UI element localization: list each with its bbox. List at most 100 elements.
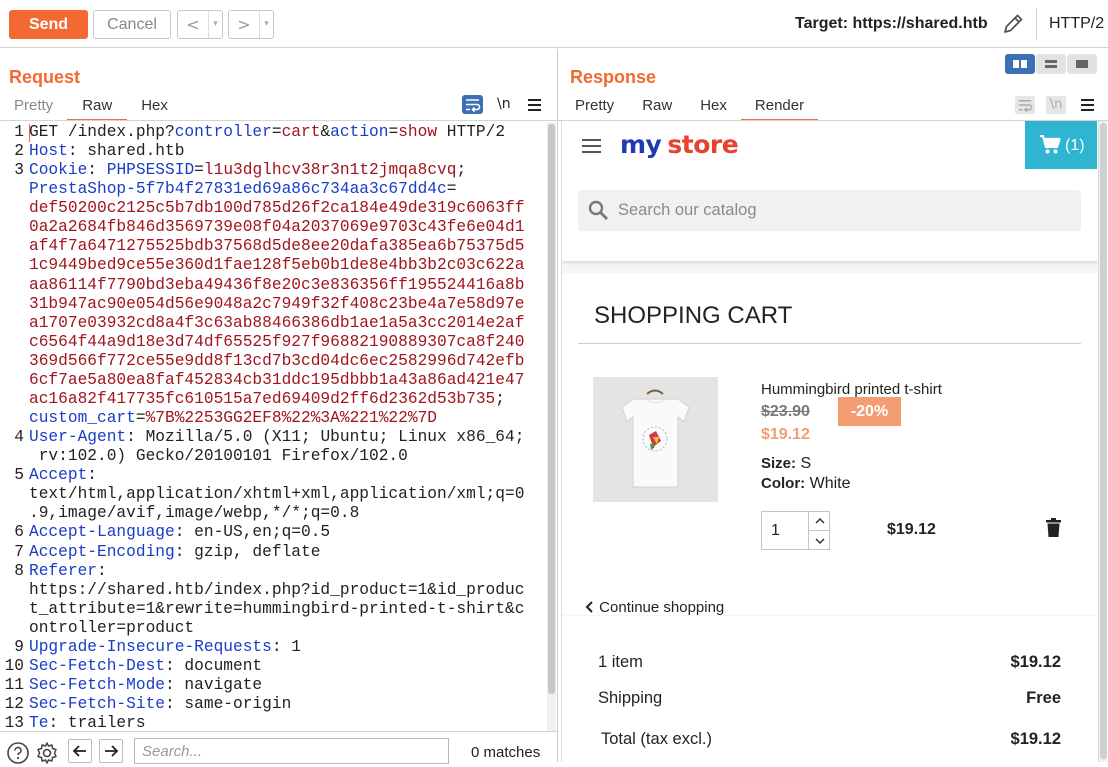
match-count: 0 matches xyxy=(471,744,541,761)
tshirt-image-icon xyxy=(621,389,690,488)
request-line[interactable]: rv:102.0) Gecko/20100101 Firefox/102.0 xyxy=(29,447,408,465)
forward-dropdown-icon[interactable]: ▾ xyxy=(259,11,273,38)
previous-match-button[interactable] xyxy=(68,739,92,763)
request-menu-icon[interactable] xyxy=(528,98,541,111)
header-key: PrestaShop-5f7b4f27831ed69a86c734aa3c67d… xyxy=(29,180,447,199)
line-number: 3 xyxy=(14,161,24,180)
cart-button[interactable]: (1) xyxy=(1025,121,1097,169)
help-icon[interactable] xyxy=(6,741,30,765)
request-line[interactable]: Sec-Fetch-Mode: navigate xyxy=(29,676,262,694)
layout-rows-icon xyxy=(1045,60,1057,63)
request-line[interactable]: Accept: xyxy=(29,466,97,484)
newline-toggle-button[interactable]: \n xyxy=(497,96,511,112)
layout-side-by-side-button[interactable] xyxy=(1005,54,1035,74)
line-number: 13 xyxy=(4,714,24,732)
back-dropdown-icon[interactable]: ▾ xyxy=(208,11,222,38)
quantity-decrease-button[interactable] xyxy=(808,531,830,550)
request-line[interactable]: 31b947ac90e054d56e9048a2c7949f32f408c23b… xyxy=(29,295,524,313)
request-line[interactable]: Referer: xyxy=(29,562,107,580)
request-scrollbar[interactable] xyxy=(547,122,556,742)
response-wrap-button[interactable] xyxy=(1015,96,1035,114)
request-text: : 1 xyxy=(271,637,302,656)
layout-stacked-button[interactable] xyxy=(1036,54,1066,74)
render-scrollbar[interactable] xyxy=(1098,121,1107,762)
store-header: my store (1) Search our catalog xyxy=(562,121,1098,261)
request-line[interactable]: custom_cart=%7B%2253GG2EF8%22%3A%221%22%… xyxy=(29,409,437,427)
header-key: controller xyxy=(174,123,272,141)
request-line[interactable]: Upgrade-Insecure-Requests: 1 xyxy=(29,638,301,656)
request-line[interactable]: 369d566f772ce55e9dd8f13cd7b3cd04dc6ec258… xyxy=(29,352,524,370)
product-image[interactable] xyxy=(593,377,718,502)
layout-single-icon xyxy=(1076,60,1088,68)
request-line[interactable]: Host: shared.htb xyxy=(29,142,184,160)
layout-rows-icon-part xyxy=(1045,65,1057,68)
cancel-button[interactable]: Cancel xyxy=(93,10,171,39)
pencil-icon[interactable] xyxy=(1000,11,1026,37)
request-text: : en-US,en;q=0.5 xyxy=(174,523,331,542)
layout-tabs-button[interactable] xyxy=(1067,54,1097,74)
header-value: af4f7a6471275525bdb37568d5de8ee20dafa385… xyxy=(29,237,525,256)
request-line[interactable]: 1c9449bed9ce55e360d1fae128f5eb0b1de8e4bb… xyxy=(29,256,524,274)
response-tab-render[interactable]: Render xyxy=(740,97,819,121)
request-line[interactable]: Cookie: PHPSESSID=l1u3dglhcv38r3n1t2jmqa… xyxy=(29,161,466,179)
request-line[interactable]: Sec-Fetch-Site: same-origin xyxy=(29,695,291,713)
request-line[interactable]: t_attribute=1&rewrite=hummingbird-printe… xyxy=(29,600,524,618)
request-line[interactable]: af4f7a6471275525bdb37568d5de8ee20dafa385… xyxy=(29,237,524,255)
send-button[interactable]: Send xyxy=(9,10,88,39)
history-forward-button[interactable]: > ▾ xyxy=(228,10,274,39)
chevron-up-icon xyxy=(815,517,825,524)
request-line[interactable]: text/html,application/xhtml+xml,applicat… xyxy=(29,485,524,503)
response-tab-hex[interactable]: Hex xyxy=(686,97,741,121)
request-line[interactable]: GET /index.php?controller=cart&action=sh… xyxy=(29,123,505,141)
request-line[interactable]: Sec-Fetch-Dest: document xyxy=(29,657,262,675)
response-newline-button[interactable]: \n xyxy=(1046,96,1066,114)
response-menu-icon[interactable] xyxy=(1081,98,1094,111)
catalog-search[interactable]: Search our catalog xyxy=(578,190,1081,231)
http-version[interactable]: HTTP/2 xyxy=(1049,15,1104,33)
request-tab-hex[interactable]: Hex xyxy=(127,97,182,121)
summary-total-label: Total (tax excl.) xyxy=(601,730,712,748)
request-line[interactable]: Te: trailers xyxy=(29,714,146,732)
request-text: rv:102.0) Gecko/20100101 Firefox/102.0 xyxy=(29,447,408,466)
request-line[interactable]: Accept-Encoding: gzip, deflate xyxy=(29,543,320,561)
continue-shopping-link[interactable]: Continue shopping xyxy=(585,599,724,616)
request-tabs: Pretty Raw Hex xyxy=(0,97,182,121)
request-tab-raw[interactable]: Raw xyxy=(67,97,128,121)
product-name[interactable]: Hummingbird printed t-shirt xyxy=(761,381,942,398)
request-line[interactable]: 0a2a2684fb846d3569739e08f04a2037069e9703… xyxy=(29,218,524,236)
request-line[interactable]: a1707e03932cd8a4f3c63ab88466386db1ae1a5a… xyxy=(29,314,524,332)
request-line[interactable]: 6cf7ae5a80ea8faf452834cb31ddc195dbbb1a43… xyxy=(29,371,524,389)
request-line[interactable]: c6564f44a9d18e3d74df65525f927f9688219088… xyxy=(29,333,524,351)
gear-icon[interactable] xyxy=(35,741,59,765)
logo-store: store xyxy=(667,130,739,159)
request-line[interactable]: PrestaShop-5f7b4f27831ed69a86c734aa3c67d… xyxy=(29,180,456,198)
request-line[interactable]: aa86114f7790bd3eba49436f8e20c3e836356ff1… xyxy=(29,276,524,294)
history-back-button[interactable]: < ▾ xyxy=(177,10,223,39)
request-tab-pretty[interactable]: Pretty xyxy=(0,97,67,121)
request-line[interactable]: User-Agent: Mozilla/5.0 (X11; Ubuntu; Li… xyxy=(29,428,524,446)
request-line[interactable]: def50200c2125c5b7db100d785d26f2ca184e49d… xyxy=(29,199,524,217)
request-editor[interactable]: 1 GET /index.php?controller=cart&action=s… xyxy=(0,122,547,732)
render-scrollbar-thumb[interactable] xyxy=(1100,123,1107,759)
request-line[interactable]: .9,image/avif,image/webp,*/*;q=0.8 xyxy=(29,504,359,522)
request-line[interactable]: ac16a82f417735fc610515a7ed69409d2ff6d236… xyxy=(29,390,505,408)
request-line[interactable]: Accept-Language: en-US,en;q=0.5 xyxy=(29,523,330,541)
response-tab-raw[interactable]: Raw xyxy=(628,97,686,121)
quantity-increase-button[interactable] xyxy=(808,512,830,531)
next-match-button[interactable] xyxy=(99,739,123,763)
response-tab-pretty[interactable]: Pretty xyxy=(561,97,628,121)
line-number: 5 xyxy=(14,466,24,485)
request-text: = xyxy=(194,161,204,180)
trash-icon[interactable] xyxy=(1046,518,1061,537)
quantity-value[interactable]: 1 xyxy=(771,522,780,540)
wrap-toggle-button[interactable] xyxy=(462,95,483,114)
quantity-stepper[interactable]: 1 xyxy=(761,511,830,550)
store-logo[interactable]: my store xyxy=(620,130,739,159)
text-cursor xyxy=(29,124,30,142)
request-line[interactable]: https://shared.htb/index.php?id_product=… xyxy=(29,581,524,599)
search-input[interactable] xyxy=(134,738,449,764)
request-scrollbar-thumb[interactable] xyxy=(548,124,555,694)
request-line[interactable]: ontroller=product xyxy=(29,619,194,637)
header-value: def50200c2125c5b7db100d785d26f2ca184e49d… xyxy=(29,199,525,218)
hamburger-menu-icon[interactable] xyxy=(582,139,601,153)
